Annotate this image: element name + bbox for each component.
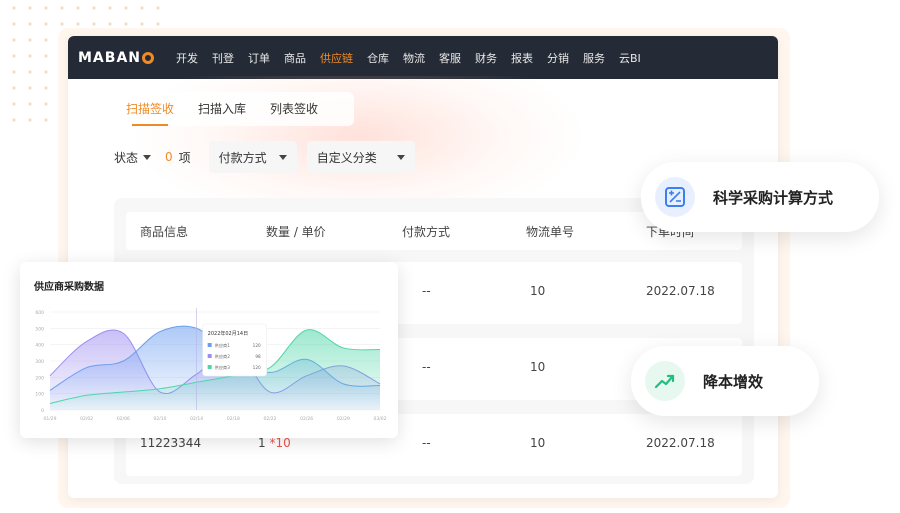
y-tick-label: 500	[35, 326, 44, 332]
nav-item-orders[interactable]: 订单	[248, 50, 270, 66]
y-tick-label: 200	[35, 375, 44, 381]
tooltip-legend-swatch	[207, 365, 212, 369]
top-navbar: MABAN 开发 刊登 订单 商品 供应链 仓库 物流 客服 财务 报表 分销 …	[68, 36, 778, 79]
tooltip-row-value: 120	[253, 365, 261, 370]
cell-payment: --	[422, 284, 431, 298]
custom-category-select[interactable]: 自定义分类	[306, 141, 415, 173]
header-product-info: 商品信息	[140, 225, 189, 239]
x-tick-label: 02/22	[264, 416, 277, 422]
tooltip-row-label: 供应商1	[215, 342, 231, 349]
tab-scan-stock-in[interactable]: 扫描入库	[198, 92, 246, 126]
x-tick-label: 02/26	[300, 416, 313, 422]
tooltip-legend-swatch	[207, 354, 212, 358]
feature-bubble-cost-reduction: 降本增效	[631, 346, 819, 416]
x-tick-label: 02/06	[117, 416, 130, 422]
payment-method-label: 付款方式	[218, 150, 267, 165]
nav-item-listing[interactable]: 刊登	[212, 50, 234, 66]
status-label: 状态	[114, 150, 139, 165]
y-tick-label: 100	[35, 392, 44, 398]
count-unit: 项	[178, 150, 191, 165]
y-tick-label: 300	[35, 359, 44, 365]
tooltip-title: 2022年02月14日	[208, 330, 248, 337]
nav-item-cloud-bi[interactable]: 云BI	[619, 50, 641, 66]
nav-item-logistics[interactable]: 物流	[403, 50, 425, 66]
tooltip-row-label: 供应商3	[215, 364, 231, 371]
cell-payment: --	[422, 360, 431, 374]
nav-item-finance[interactable]: 财务	[475, 50, 497, 66]
nav-item-distribution[interactable]: 分销	[547, 50, 569, 66]
calculator-icon	[655, 177, 695, 217]
x-tick-label: 02/10	[154, 416, 167, 422]
cell-logistics: 10	[530, 284, 546, 298]
trend-up-icon	[645, 361, 685, 401]
payment-method-select[interactable]: 付款方式	[208, 141, 297, 173]
y-tick-label: 0	[41, 408, 44, 414]
qty-value: 1	[258, 436, 266, 450]
qty-multiplier: *10	[269, 436, 291, 450]
nav-item-services[interactable]: 服务	[583, 50, 605, 66]
tab-list-receive[interactable]: 列表签收	[270, 92, 318, 126]
chevron-down-icon	[396, 154, 405, 160]
cell-logistics: 10	[530, 436, 546, 450]
cell-date: 2022.07.18	[646, 284, 715, 298]
nav-item-warehouse[interactable]: 仓库	[367, 50, 389, 66]
mabang-logo: MABAN	[78, 50, 176, 66]
logo-text: MABAN	[78, 49, 141, 66]
supplier-purchase-chart-card: 供应商采购数据 600 500 400 300 200 100 0 01/29 02/02 02…	[20, 262, 398, 438]
cell-product: 11223344	[140, 436, 202, 450]
selected-count: 0	[165, 150, 173, 164]
feature-text-scientific-purchase: 科学采购计算方式	[713, 188, 834, 207]
cell-payment: --	[422, 436, 431, 450]
tooltip-legend-swatch	[207, 343, 212, 347]
y-tick-label: 400	[35, 343, 44, 349]
cell-qty: 1 *10	[258, 436, 291, 450]
cell-date: 2022.07.18	[646, 436, 715, 450]
header-payment-method: 付款方式	[402, 225, 451, 239]
x-tick-label: 02/02	[80, 416, 93, 422]
status-filter[interactable]: 状态 0 项	[114, 149, 191, 166]
supplier-purchase-chart: 600 500 400 300 200 100 0 01/29 02/02 02/06 02/10…	[35, 308, 387, 422]
nav-item-products[interactable]: 商品	[284, 50, 306, 66]
chevron-down-icon	[143, 154, 152, 160]
feature-bubble-scientific-purchase: 科学采购计算方式	[641, 162, 879, 232]
x-tick-label: 02/18	[227, 416, 240, 422]
nav-item-reports[interactable]: 报表	[511, 50, 533, 66]
x-tick-label: 01/29	[44, 416, 57, 422]
x-tick-label: 03/02	[374, 416, 387, 422]
chevron-down-icon	[278, 154, 287, 160]
logo-o-mark	[142, 51, 154, 64]
nav-item-customer-service[interactable]: 客服	[439, 50, 461, 66]
filter-bar: 状态 0 项 付款方式 自定义分类	[114, 140, 425, 174]
tooltip-row-label: 供应商2	[215, 353, 231, 360]
nav-item-supply-chain[interactable]: 供应链	[320, 50, 353, 66]
header-qty-price: 数量 / 单价	[266, 225, 326, 239]
nav-item-dev[interactable]: 开发	[176, 50, 198, 66]
feature-text-cost-reduction: 降本增效	[703, 372, 764, 391]
y-tick-label: 600	[35, 310, 44, 316]
x-tick-label: 02/29	[337, 416, 350, 422]
x-tick-label: 02/14	[190, 416, 203, 422]
cell-logistics: 10	[530, 360, 546, 374]
tooltip-row-value: 120	[253, 343, 261, 348]
tab-scan-receive[interactable]: 扫描签收	[126, 92, 174, 126]
header-logistics-no: 物流单号	[526, 225, 575, 239]
custom-category-label: 自定义分类	[316, 150, 377, 165]
tooltip-row-value: 98	[255, 354, 261, 359]
tab-bar: 扫描签收 扫描入库 列表签收	[114, 92, 355, 126]
